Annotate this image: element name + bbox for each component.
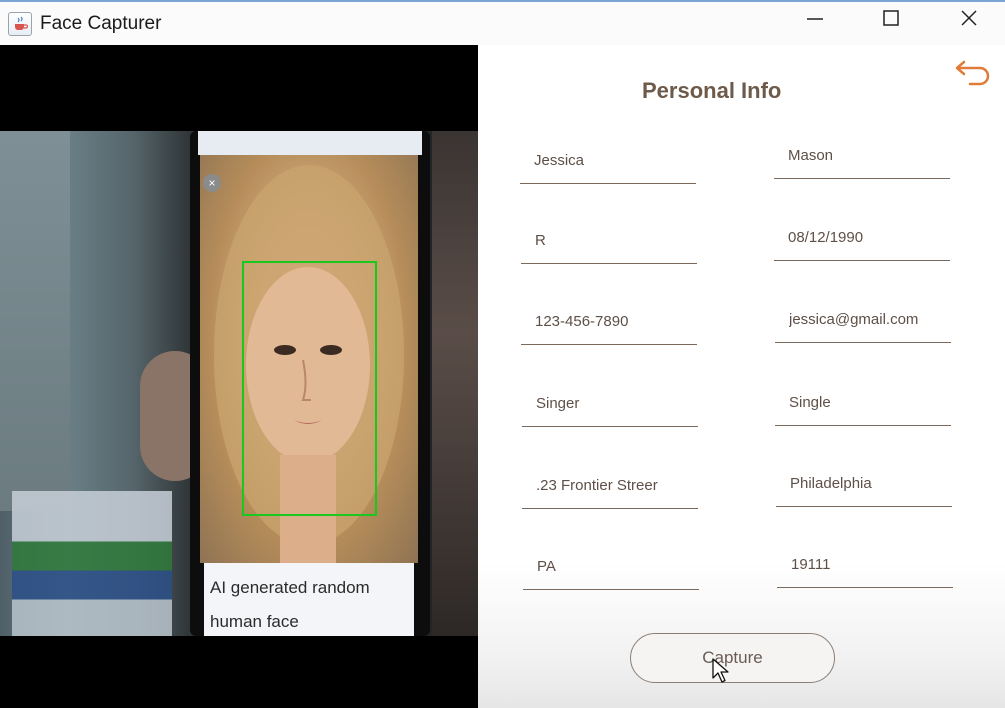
phone-value: 123-456-7890 (535, 313, 629, 330)
maximize-icon (883, 10, 899, 26)
state-field[interactable]: PA (523, 548, 699, 590)
face-photo: × (200, 155, 418, 563)
phone-caption: AI generated random human face (204, 563, 414, 636)
dob-field[interactable]: 08/12/1990 (774, 219, 950, 261)
window-title: Face Capturer (40, 13, 162, 34)
java-cup-icon (8, 12, 32, 36)
city-field[interactable]: Philadelphia (776, 465, 952, 507)
email-value: jessica@gmail.com (789, 311, 919, 328)
face-capturer-window: Face Capturer × AI generated random huma… (0, 0, 1005, 708)
face-detection-box (242, 261, 377, 516)
hand-right (432, 131, 478, 636)
minimize-icon (807, 18, 823, 20)
background-whiteboard (0, 131, 70, 511)
last-name-field[interactable]: Mason (774, 137, 950, 179)
camera-frame: × AI generated random human face (0, 131, 478, 636)
address-field[interactable]: .23 Frontier Streer (522, 467, 698, 509)
marital-status-value: Single (789, 394, 831, 411)
middle-initial-value: R (535, 232, 546, 249)
close-icon: × (203, 174, 221, 192)
minimize-button[interactable] (787, 2, 843, 34)
dob-value: 08/12/1990 (788, 229, 864, 246)
maximize-button[interactable] (863, 2, 919, 34)
email-field[interactable]: jessica@gmail.com (775, 301, 951, 343)
state-value: PA (537, 558, 556, 575)
phone-status-area (198, 131, 422, 155)
phone-screen: × AI generated random human face (190, 131, 430, 636)
mouse-cursor-icon (712, 658, 729, 683)
occupation-field[interactable]: Singer (522, 385, 698, 427)
personal-info-panel: Personal Info Jessica Mason R 08/12/1990… (478, 45, 1005, 708)
address-value: .23 Frontier Streer (536, 477, 658, 494)
middle-initial-field[interactable]: R (521, 222, 697, 264)
marital-status-field[interactable]: Single (775, 384, 951, 426)
back-arrow-icon[interactable] (950, 59, 994, 87)
zip-value: 19111 (791, 556, 831, 573)
camera-preview: × AI generated random human face (0, 45, 478, 708)
zip-field[interactable]: 19111 (777, 546, 953, 588)
capture-button[interactable]: Capture (630, 633, 835, 683)
close-icon (961, 10, 977, 26)
first-name-value: Jessica (534, 152, 585, 169)
background-books (12, 491, 172, 636)
page-title: Personal Info (642, 78, 782, 103)
title-bar: Face Capturer (0, 0, 1005, 45)
last-name-value: Mason (788, 147, 834, 164)
phone-field[interactable]: 123-456-7890 (521, 303, 697, 345)
city-value: Philadelphia (790, 475, 872, 492)
occupation-value: Singer (536, 395, 580, 412)
close-button[interactable] (941, 2, 997, 34)
first-name-field[interactable]: Jessica (520, 142, 696, 184)
